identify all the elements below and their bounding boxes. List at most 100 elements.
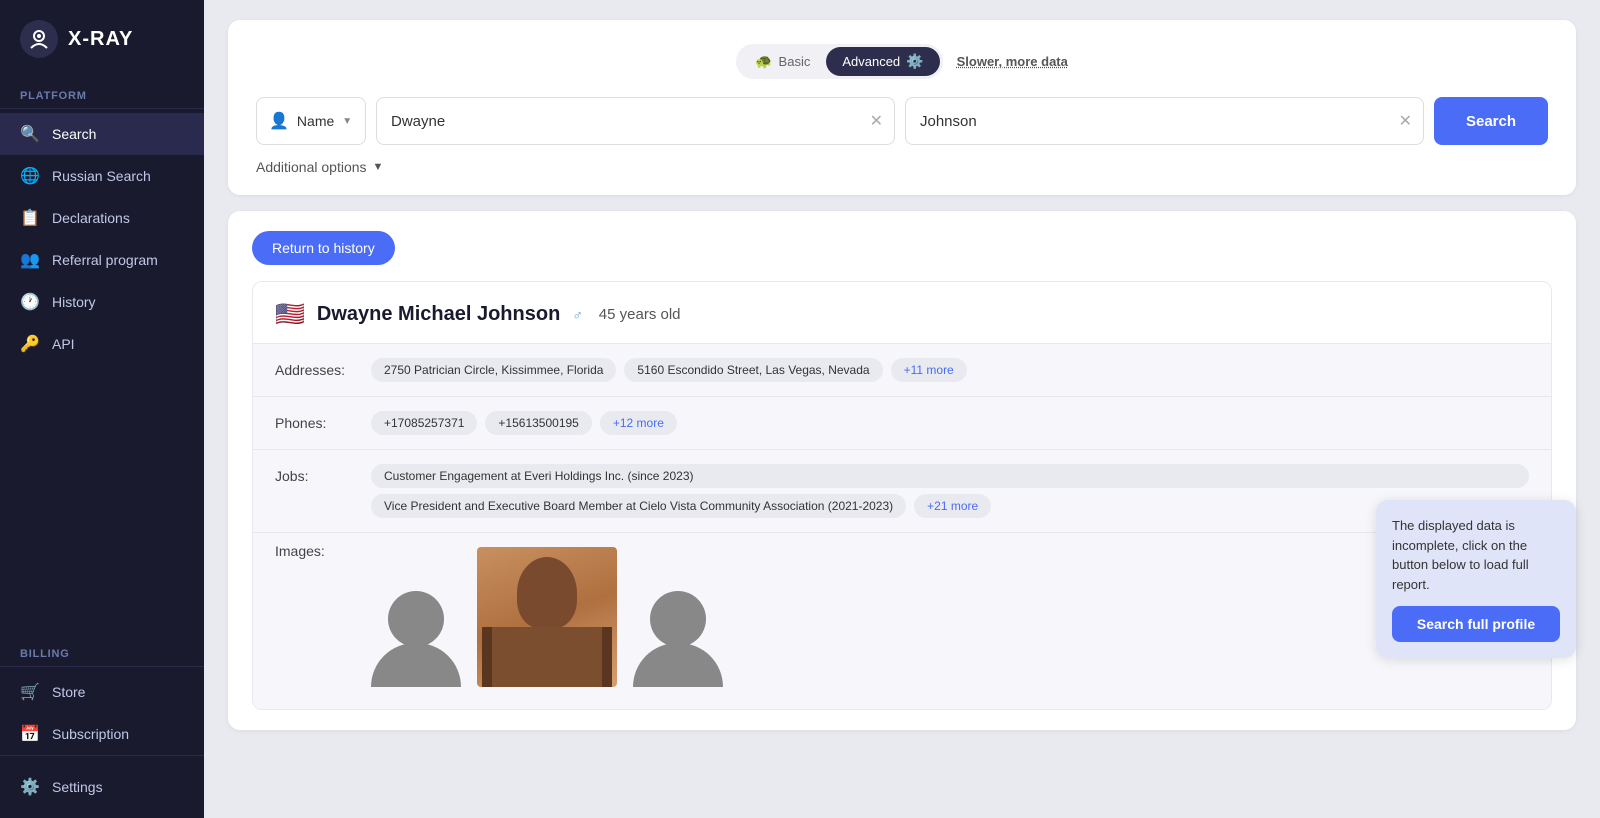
billing-section-label: Billing [0, 640, 204, 667]
results-panel: Return to history 🇺🇸 Dwayne Michael John… [228, 211, 1576, 730]
sidebar-item-store-label: Store [52, 684, 85, 700]
job-tag-1: Vice President and Executive Board Membe… [371, 494, 906, 518]
gender-icon: ♂ [572, 307, 583, 323]
sidebar-item-declarations[interactable]: 📋 Declarations [0, 197, 204, 239]
face-shape [517, 557, 577, 629]
history-icon: 🕐 [20, 292, 40, 312]
sidebar: X-RAY Platform 🔍 Search 🌐 Russian Search… [0, 0, 204, 818]
sidebar-item-referral[interactable]: 👥 Referral program [0, 239, 204, 281]
avatar-body-1 [371, 643, 461, 687]
last-name-field-wrap: ✕ [905, 97, 1424, 145]
avatar-placeholder-2 [633, 591, 723, 687]
addresses-tags: 2750 Patrician Circle, Kissimmee, Florid… [371, 358, 1529, 382]
profile-age: 45 years old [599, 306, 681, 323]
advanced-mode-button[interactable]: Advanced ⚙️ [826, 47, 939, 76]
search-by-value: Name [297, 113, 334, 129]
sidebar-logo: X-RAY [0, 0, 204, 82]
search-full-profile-panel: The displayed data is incomplete, click … [1376, 500, 1576, 658]
phone-tag-1: +15613500195 [485, 411, 591, 435]
addresses-row: Addresses: 2750 Patrician Circle, Kissim… [253, 344, 1551, 397]
job-tag-0: Customer Engagement at Everi Holdings In… [371, 464, 1529, 488]
job-tag-more[interactable]: +21 more [914, 494, 991, 518]
sidebar-item-declarations-label: Declarations [52, 210, 130, 226]
basic-mode-label: Basic [779, 54, 811, 69]
tooltip-text: The displayed data is incomplete, click … [1392, 516, 1560, 594]
avatar-placeholder-1 [371, 591, 461, 687]
phone-tag-more[interactable]: +12 more [600, 411, 677, 435]
phones-tags: +17085257371 +15613500195 +12 more [371, 411, 1529, 435]
first-name-input[interactable] [376, 97, 895, 145]
store-icon: 🛒 [20, 682, 40, 702]
phones-row: Phones: +17085257371 +15613500195 +12 mo… [253, 397, 1551, 450]
first-name-field-wrap: ✕ [376, 97, 895, 145]
sidebar-item-store[interactable]: 🛒 Store [0, 671, 204, 713]
sidebar-item-api-label: API [52, 336, 75, 352]
additional-options-row[interactable]: Additional options ▼ [256, 159, 1548, 175]
phone-tag-0: +17085257371 [371, 411, 477, 435]
first-name-clear-button[interactable]: ✕ [868, 109, 885, 133]
addresses-label: Addresses: [275, 358, 355, 378]
search-nav-icon: 🔍 [20, 124, 40, 144]
search-by-selector[interactable]: 👤 Name ▼ [256, 97, 366, 145]
flag-icon: 🇺🇸 [275, 300, 305, 329]
search-full-profile-button[interactable]: Search full profile [1392, 606, 1560, 642]
return-to-history-button[interactable]: Return to history [252, 231, 395, 265]
sidebar-item-settings[interactable]: ⚙️ Settings [0, 766, 204, 808]
mode-slow-strong: Slower, more data [957, 54, 1068, 69]
address-tag-more[interactable]: +11 more [891, 358, 967, 382]
basic-mode-button[interactable]: 🐢 Basic [739, 47, 826, 76]
sidebar-item-search[interactable]: 🔍 Search [0, 113, 204, 155]
jobs-row: Jobs: Customer Engagement at Everi Holdi… [253, 450, 1551, 533]
address-tag-1: 5160 Escondido Street, Las Vegas, Nevada [624, 358, 882, 382]
last-name-clear-button[interactable]: ✕ [1397, 109, 1414, 133]
last-name-input[interactable] [905, 97, 1424, 145]
subscription-icon: 📅 [20, 724, 40, 744]
sidebar-item-api[interactable]: 🔑 API [0, 323, 204, 365]
api-icon: 🔑 [20, 334, 40, 354]
basic-mode-icon: 🐢 [755, 53, 772, 70]
additional-options-label: Additional options [256, 159, 367, 175]
logo-text: X-RAY [68, 28, 133, 51]
logo-icon [20, 20, 58, 58]
sidebar-item-referral-label: Referral program [52, 252, 158, 268]
mode-slow-text: Slower, more data [957, 54, 1068, 69]
sidebar-item-subscription-label: Subscription [52, 726, 129, 742]
phones-label: Phones: [275, 411, 355, 431]
settings-icon: ⚙️ [20, 777, 40, 797]
address-tag-0: 2750 Patrician Circle, Kissimmee, Florid… [371, 358, 616, 382]
advanced-mode-label: Advanced [842, 54, 900, 69]
images-label: Images: [275, 539, 355, 559]
images-container [371, 539, 723, 695]
search-button[interactable]: Search [1434, 97, 1548, 145]
additional-options-chevron: ▼ [373, 161, 384, 173]
profile-photo [477, 547, 617, 687]
search-mode-row: 🐢 Basic Advanced ⚙️ Slower, more data [256, 44, 1548, 79]
sidebar-item-subscription[interactable]: 📅 Subscription [0, 713, 204, 755]
sidebar-item-search-label: Search [52, 126, 96, 142]
sidebar-item-history-label: History [52, 294, 96, 310]
search-fields-row: 👤 Name ▼ ✕ ✕ Search [256, 97, 1548, 145]
advanced-mode-icon: ⚙️ [906, 53, 923, 70]
mode-toggle: 🐢 Basic Advanced ⚙️ [736, 44, 943, 79]
profile-header: 🇺🇸 Dwayne Michael Johnson ♂ 45 years old [253, 282, 1551, 344]
sidebar-item-history[interactable]: 🕐 History [0, 281, 204, 323]
platform-section-label: Platform [0, 82, 204, 109]
avatar-head-1 [388, 591, 444, 647]
profile-name: Dwayne Michael Johnson [317, 303, 560, 326]
jobs-label: Jobs: [275, 464, 355, 484]
sidebar-item-settings-label: Settings [52, 779, 103, 795]
avatar-body-2 [633, 643, 723, 687]
referral-icon: 👥 [20, 250, 40, 270]
person-icon: 👤 [269, 111, 289, 131]
main-content: 🐢 Basic Advanced ⚙️ Slower, more data 👤 … [204, 0, 1600, 818]
profile-body: Addresses: 2750 Patrician Circle, Kissim… [253, 344, 1551, 709]
jobs-tags: Customer Engagement at Everi Holdings In… [371, 464, 1529, 518]
search-panel: 🐢 Basic Advanced ⚙️ Slower, more data 👤 … [228, 20, 1576, 195]
images-row: Images: [253, 533, 1551, 709]
profile-card: 🇺🇸 Dwayne Michael Johnson ♂ 45 years old… [252, 281, 1552, 710]
search-by-chevron: ▼ [342, 116, 352, 127]
declarations-icon: 📋 [20, 208, 40, 228]
neck-shape [482, 627, 612, 687]
sidebar-item-russian-search[interactable]: 🌐 Russian Search [0, 155, 204, 197]
russian-search-icon: 🌐 [20, 166, 40, 186]
